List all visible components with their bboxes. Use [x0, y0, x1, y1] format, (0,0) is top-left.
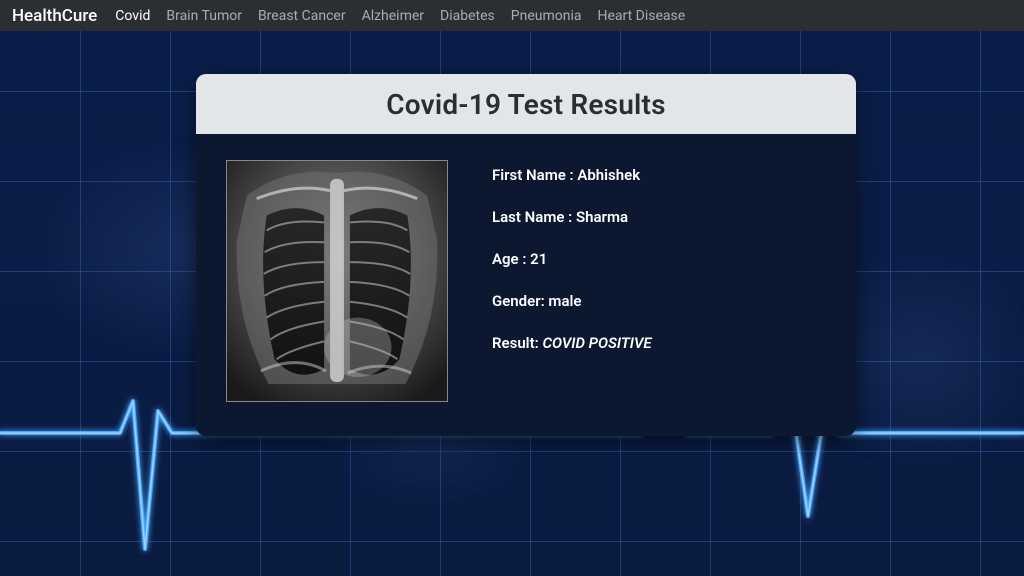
result-row: Result: COVID POSITIVE — [492, 334, 652, 352]
navbar: HealthCure Covid Brain Tumor Breast Canc… — [0, 0, 1024, 31]
xray-image — [226, 160, 448, 402]
card-body: First Name : Abhishek Last Name : Sharma… — [196, 134, 856, 436]
last-name-row: Last Name : Sharma — [492, 208, 652, 226]
gender-row: Gender: male — [492, 292, 652, 310]
nav-links: Covid Brain Tumor Breast Cancer Alzheime… — [115, 8, 685, 24]
nav-link-breast-cancer[interactable]: Breast Cancer — [258, 8, 346, 24]
age-row: Age : 21 — [492, 250, 652, 268]
nav-link-alzheimer[interactable]: Alzheimer — [362, 8, 424, 24]
result-value: COVID POSITIVE — [542, 334, 651, 352]
first-name-label: First Name : — [492, 166, 574, 184]
results-card: Covid-19 Test Results — [196, 74, 856, 436]
first-name-row: First Name : Abhishek — [492, 166, 652, 184]
nav-link-pneumonia[interactable]: Pneumonia — [511, 8, 582, 24]
first-name-value: Abhishek — [577, 166, 640, 184]
card-title: Covid-19 Test Results — [386, 88, 665, 121]
nav-link-brain-tumor[interactable]: Brain Tumor — [166, 8, 242, 24]
patient-details: First Name : Abhishek Last Name : Sharma… — [492, 160, 652, 352]
brand[interactable]: HealthCure — [12, 6, 97, 26]
nav-link-covid[interactable]: Covid — [115, 8, 150, 24]
gender-label: Gender: — [492, 292, 545, 310]
last-name-value: Sharma — [576, 208, 628, 226]
result-label: Result: — [492, 334, 539, 352]
gender-value: male — [548, 292, 581, 310]
nav-link-diabetes[interactable]: Diabetes — [440, 8, 495, 24]
age-label: Age : — [492, 250, 526, 268]
age-value: 21 — [530, 250, 547, 268]
card-header: Covid-19 Test Results — [196, 74, 856, 134]
nav-link-heart-disease[interactable]: Heart Disease — [597, 8, 685, 24]
last-name-label: Last Name : — [492, 208, 572, 226]
